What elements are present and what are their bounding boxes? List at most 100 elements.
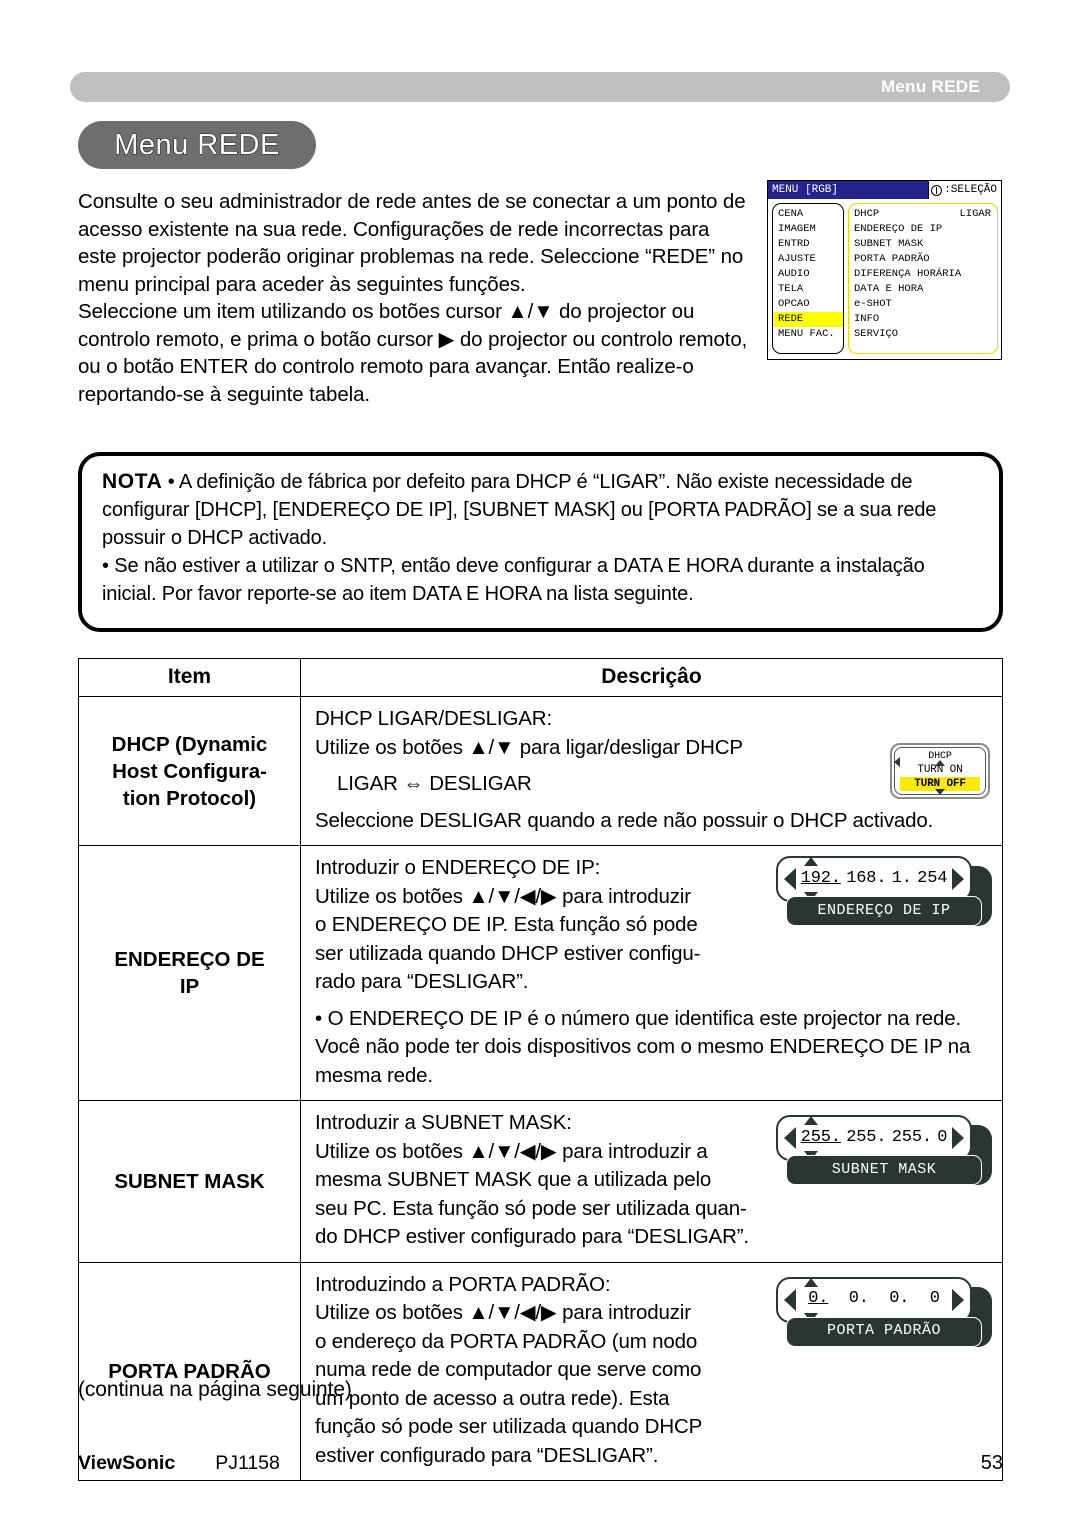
osd-submenu-item-subnet[interactable]: SUBNET MASK — [849, 237, 997, 252]
gateway-value-box: 0. 0. 0. 0 — [776, 1276, 972, 1323]
right-triangle-icon[interactable] — [952, 1288, 964, 1311]
subnet-octet-3[interactable]: 255. — [892, 1124, 932, 1153]
osd-menu-item-imagem[interactable]: IMAGEM — [773, 222, 843, 237]
row-desc-dhcp-line1: DHCP LIGAR/DESLIGAR: — [315, 707, 552, 730]
osd-submenu-list: DHCP LIGAR ENDEREÇO DE IP SUBNET MASK PO… — [848, 203, 998, 354]
ip-octet-2[interactable]: 168. — [846, 865, 886, 894]
row-item-dhcp-line2: Host Configura- — [112, 759, 267, 783]
osd-submenu-item-dhcp[interactable]: DHCP LIGAR — [849, 207, 997, 222]
osd-submenu-label-dhcp: DHCP — [854, 208, 880, 220]
gateway-octet-1[interactable]: 0. — [808, 1285, 828, 1314]
row-desc-ip-bullet: • O ENDEREÇO DE IP é o número que identi… — [315, 1006, 971, 1087]
osd-submenu-item-eshot[interactable]: e-SHOT — [849, 297, 997, 312]
footer-model: PJ1158 — [215, 1452, 280, 1474]
row-desc-gateway-line5: um ponto de acesso a outra rede). Esta — [315, 1386, 670, 1410]
row-item-dhcp-line3: tion Protocol) — [122, 786, 257, 810]
osd-submenu-item-gateway[interactable]: PORTA PADRÃO — [849, 252, 997, 267]
row-desc-dhcp-line2: Utilize os botões ▲/▼ para ligar/desliga… — [315, 735, 743, 759]
projector-osd-screenshot: MENU [RGB] :SELEÇÃO CENA IMAGEM ENTRD AJ… — [767, 180, 1002, 360]
row-item-ip-line1: ENDEREÇO DE — [114, 948, 265, 971]
osd-menu-item-ajuste[interactable]: AJUSTE — [773, 252, 843, 267]
footer-brand: ViewSonic — [78, 1452, 176, 1474]
left-triangle-icon[interactable] — [784, 1127, 796, 1149]
osd-menu-item-cena[interactable]: CENA — [773, 207, 843, 222]
row-item-subnet-mask: SUBNET MASK — [78, 1100, 301, 1263]
osd-selection-label: :SELEÇÃO — [944, 184, 997, 196]
subnet-octet-group: 255. 255. 255. 0 — [796, 1116, 952, 1160]
row-desc-dhcp: DHCP LIGAR/DESLIGAR: Utilize os botões ▲… — [300, 696, 1003, 846]
note-line-2: • Se não estiver a utilizar o SNTP, entã… — [102, 555, 925, 605]
osd-submenu-value-dhcp: LIGAR — [959, 208, 991, 220]
footer-page-number: 53 — [980, 1452, 1003, 1474]
section-title-pill: Menu REDE — [78, 121, 316, 169]
osd-menu-label: MENU [RGB] — [772, 184, 839, 196]
left-triangle-icon[interactable] — [784, 1288, 796, 1311]
subnet-octet-4[interactable]: 0 — [937, 1124, 947, 1153]
ip-widget-label: ENDEREÇO DE IP — [778, 896, 982, 926]
row-desc-subnet-line5: do DHCP estiver configurado para “DESLIG… — [315, 1225, 749, 1248]
row-item-ip-address: ENDEREÇO DE IP — [78, 845, 301, 1101]
ip-octet-1[interactable]: 192. — [801, 865, 841, 894]
up-arrow-icon — [935, 760, 945, 766]
row-desc-gateway-line6: função só pode ser utilizada quando DHCP — [315, 1415, 703, 1438]
gateway-octet-2[interactable]: 0. — [849, 1285, 869, 1314]
note-box: NOTA • A definição de fábrica por defeit… — [78, 452, 1003, 632]
osd-main-menu-list: CENA IMAGEM ENTRD AJUSTE AUDIO TELA OPCA… — [772, 203, 844, 354]
row-desc-subnet-mask: Introduzir a SUBNET MASK: Utilize os bot… — [300, 1100, 1003, 1263]
row-desc-subnet-line4: seu PC. Esta função só pode ser utilizad… — [315, 1196, 747, 1220]
column-header-item: Item — [78, 658, 301, 697]
table-row: PORTA PADRÃO Introduzindo a PORTA PADRÃO… — [78, 1261, 1003, 1481]
osd-submenu-item-date-time[interactable]: DATA E HORA — [849, 282, 997, 297]
note-label: NOTA — [102, 470, 163, 493]
page-footer: ViewSonic PJ1158 53 — [78, 1452, 1003, 1475]
left-triangle-icon[interactable] — [784, 868, 796, 890]
ip-octet-group: 192. 168. 1. 254 — [796, 857, 952, 901]
intro-text-block: Consulte o seu administrador de rede ant… — [78, 188, 750, 408]
ip-octet-3[interactable]: 1. — [892, 865, 912, 894]
table-header-row: Item Descriçâo — [78, 658, 1003, 697]
row-item-dhcp: DHCP (Dynamic Host Configura- tion Proto… — [78, 696, 301, 846]
right-triangle-icon[interactable] — [952, 868, 964, 890]
osd-menu-item-menu-fac[interactable]: MENU FAC. — [773, 327, 843, 342]
osd-menu-item-tela[interactable]: TELA — [773, 282, 843, 297]
row-desc-ip-line4: ser utilizada quando DHCP estiver config… — [315, 941, 701, 965]
row-desc-dhcp-footer: Seleccione DESLIGAR quando a rede não po… — [315, 808, 934, 832]
row-item-subnet-line1: SUBNET MASK — [114, 1169, 265, 1193]
osd-menu-item-opcao[interactable]: OPCAO — [773, 297, 843, 312]
osd-submenu-item-time-diff[interactable]: DIFERENÇA HORÁRIA — [849, 267, 997, 282]
running-header: Menu REDE — [70, 72, 1010, 102]
gateway-widget-label: PORTA PADRÃO — [778, 1316, 982, 1347]
gateway-octet-3[interactable]: 0. — [889, 1285, 909, 1314]
osd-widget-dhcp-toggle: DHCP TURN ON TURN OFF — [890, 743, 990, 799]
osd-menu-item-audio[interactable]: AUDIO — [773, 267, 843, 282]
osd-titlebar: MENU [RGB] :SELEÇÃO — [768, 181, 1001, 199]
row-desc-dhcp-body: DHCP LIGAR/DESLIGAR: Utilize os botões ▲… — [315, 705, 915, 799]
intro-paragraph-1: Consulte o seu administrador de rede ant… — [78, 190, 746, 296]
row-item-default-gateway: PORTA PADRÃO — [78, 1261, 301, 1481]
down-arrow-icon — [935, 789, 945, 795]
osd-widget-default-gateway: 0. 0. 0. 0 PORTA PADRÃO — [776, 1276, 992, 1347]
subnet-octet-2[interactable]: 255. — [846, 1124, 886, 1153]
subnet-octet-1[interactable]: 255. — [801, 1124, 841, 1153]
gateway-octet-group: 0. 0. 0. 0 — [796, 1277, 952, 1322]
row-desc-dhcp-toggle: LIGAR ⇔ DESLIGAR — [337, 772, 532, 795]
dhcp-widget-inner: DHCP TURN ON TURN OFF — [894, 747, 986, 795]
intro-paragraph-2: Seleccione um item utilizando os botões … — [78, 300, 748, 406]
osd-menu-item-rede[interactable]: REDE — [773, 312, 843, 327]
row-desc-ip-address: Introduzir o ENDEREÇO DE IP: Utilize os … — [300, 845, 1003, 1101]
osd-submenu-item-servico[interactable]: SERVIÇO — [849, 327, 997, 342]
network-settings-table: Item Descriçâo DHCP (Dynamic Host Config… — [78, 658, 1003, 1481]
osd-submenu-item-info[interactable]: INFO — [849, 312, 997, 327]
osd-submenu-item-ip[interactable]: ENDEREÇO DE IP — [849, 222, 997, 237]
gateway-octet-4[interactable]: 0 — [930, 1285, 940, 1314]
right-triangle-icon[interactable] — [952, 1127, 964, 1149]
table-row: ENDEREÇO DE IP Introduzir o ENDEREÇO DE … — [78, 845, 1003, 1101]
osd-widget-ip-address: 192. 168. 1. 254 ENDEREÇO DE IP — [776, 856, 992, 926]
left-arrow-icon — [894, 757, 900, 767]
ip-octet-4[interactable]: 254 — [917, 865, 947, 894]
osd-widget-subnet-mask: 255. 255. 255. 0 SUBNET MASK — [776, 1115, 992, 1185]
column-header-description: Descriçâo — [300, 658, 1003, 697]
osd-body: CENA IMAGEM ENTRD AJUSTE AUDIO TELA OPCA… — [768, 199, 1001, 357]
osd-menu-item-entrd[interactable]: ENTRD — [773, 237, 843, 252]
row-item-ip-line2: IP — [179, 975, 200, 998]
